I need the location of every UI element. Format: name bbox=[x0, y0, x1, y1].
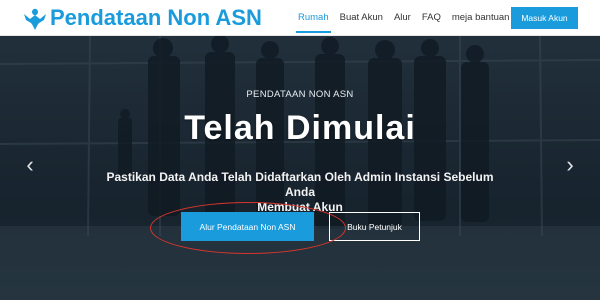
chevron-right-icon: › bbox=[566, 152, 574, 177]
nav-buat-akun[interactable]: Buat Akun bbox=[340, 0, 383, 36]
login-button[interactable]: Masuk Akun bbox=[511, 7, 578, 29]
hero-eyebrow: PENDATAAN NON ASN bbox=[246, 89, 354, 100]
nav-rumah[interactable]: Rumah bbox=[296, 0, 331, 36]
nav-alur[interactable]: Alur bbox=[394, 0, 411, 36]
main-nav: Rumah Buat Akun Alur FAQ meja bantuan bbox=[296, 0, 520, 36]
hero-banner: ‹ › PENDATAAN NON ASN Telah Dimulai Past… bbox=[0, 36, 600, 300]
nav-meja-bantuan[interactable]: meja bantuan bbox=[452, 0, 510, 36]
red-highlight-circle bbox=[150, 202, 346, 254]
hero-subtitle-line1: Pastikan Data Anda Telah Didaftarkan Ole… bbox=[106, 170, 494, 199]
garuda-logo-icon bbox=[24, 8, 46, 30]
chevron-left-icon: ‹ bbox=[26, 152, 34, 177]
carousel-prev-button[interactable]: ‹ bbox=[21, 154, 39, 176]
nav-faq[interactable]: FAQ bbox=[422, 0, 441, 36]
hero-background-image bbox=[0, 36, 600, 300]
hero-title: Telah Dimulai bbox=[184, 109, 416, 147]
carousel-next-button[interactable]: › bbox=[561, 154, 579, 176]
top-navbar: Pendataan Non ASN Rumah Buat Akun Alur F… bbox=[0, 0, 600, 36]
brand-title[interactable]: Pendataan Non ASN bbox=[50, 4, 262, 32]
